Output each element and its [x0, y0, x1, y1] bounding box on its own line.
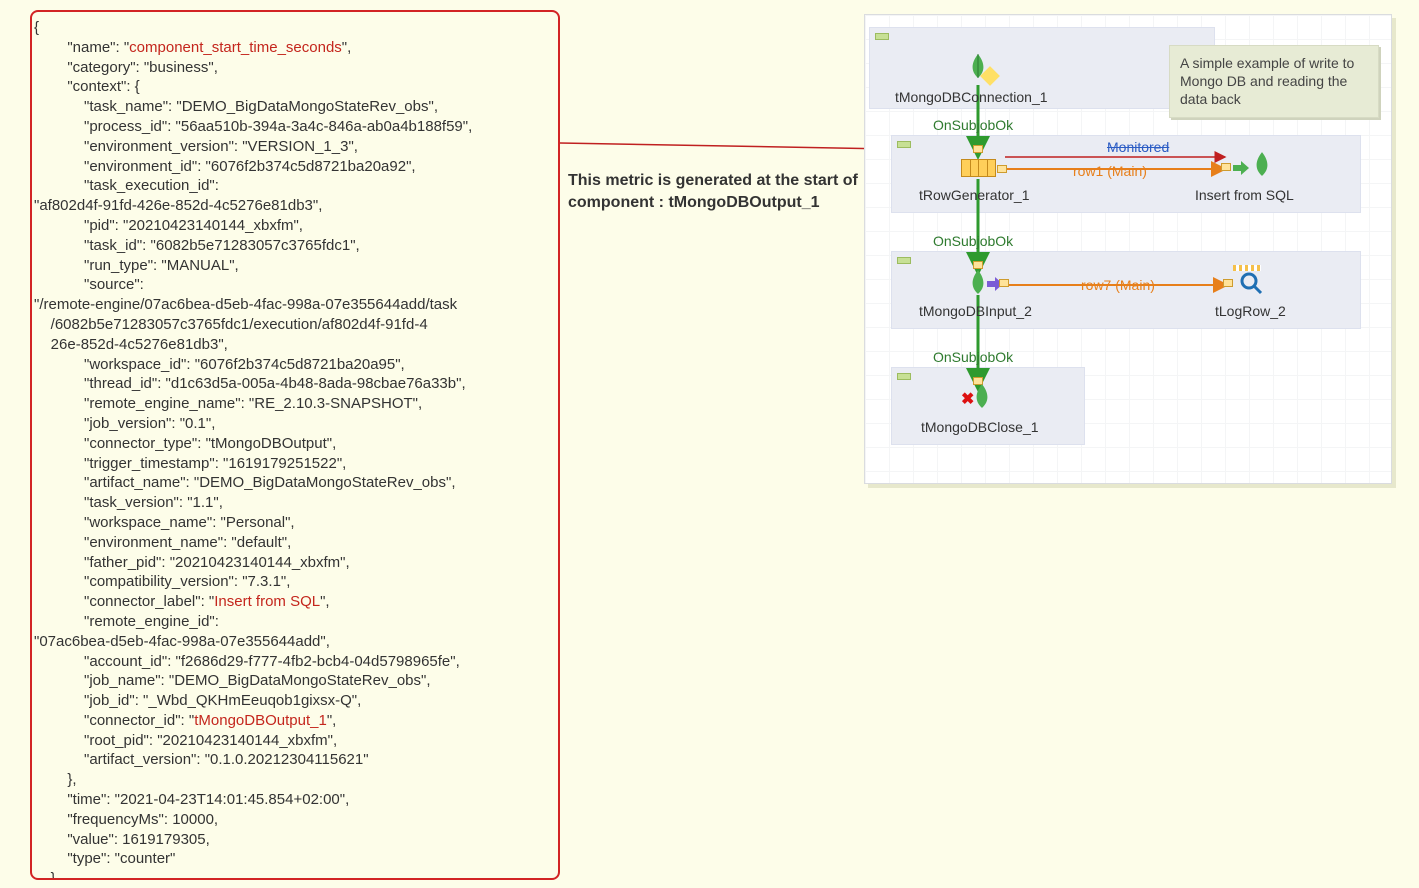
json-line: "pid": "20210423140144_xbxfm", [34, 216, 556, 236]
collapse-icon[interactable] [875, 33, 889, 40]
json-line: "time": "2021-04-23T14:01:45.854+02:00", [34, 790, 556, 810]
trigger-label: OnSubjobOk [933, 117, 1013, 133]
monitored-label: Monitored [1107, 139, 1169, 155]
json-line: "job_name": "DEMO_BigDataMongoStateRev_o… [34, 671, 556, 691]
json-line: "thread_id": "d1c63d5a-005a-4b48-8ada-98… [34, 374, 556, 394]
port-icon [1221, 163, 1231, 171]
json-line: "task_version": "1.1", [34, 493, 556, 513]
trigger-label: OnSubjobOk [933, 349, 1013, 365]
collapse-icon[interactable] [897, 257, 911, 264]
metric-caption: This metric is generated at the start of… [568, 170, 868, 213]
job-diagram: A simple example of write to Mongo DB an… [864, 14, 1392, 484]
json-line: "task_name": "DEMO_BigDataMongoStateRev_… [34, 97, 556, 117]
component-label: tLogRow_2 [1215, 303, 1286, 319]
json-line: "root_pid": "20210423140144_xbxfm", [34, 731, 556, 751]
json-line: "job_version": "0.1", [34, 414, 556, 434]
json-line: "account_id": "f2686d29-f777-4fb2-bcb4-0… [34, 652, 556, 672]
ruler-icon [1233, 265, 1261, 271]
collapse-icon[interactable] [897, 373, 911, 380]
json-line: "name": "component_start_time_seconds", [34, 38, 556, 58]
port-icon [973, 145, 983, 153]
json-line: "artifact_name": "DEMO_BigDataMongoState… [34, 473, 556, 493]
arrow-right-icon [1233, 161, 1249, 175]
json-line: "father_pid": "20210423140144_xbxfm", [34, 553, 556, 573]
json-metric-panel: { "name": "component_start_time_seconds"… [30, 10, 560, 880]
component-label: tMongoDBConnection_1 [895, 89, 1048, 105]
port-icon [973, 261, 983, 269]
json-line: /6082b5e71283057c3765fdc1/execution/af80… [34, 315, 556, 335]
json-line: "run_type": "MANUAL", [34, 256, 556, 276]
json-line: "task_id": "6082b5e71283057c3765fdc1", [34, 236, 556, 256]
trigger-label: OnSubjobOk [933, 233, 1013, 249]
component-label: tMongoDBInput_2 [919, 303, 1032, 319]
json-line: "category": "business", [34, 58, 556, 78]
mongodb-leaf-icon[interactable] [1249, 151, 1275, 177]
json-line: "trigger_timestamp": "1619179251522", [34, 454, 556, 474]
port-icon [997, 165, 1007, 173]
mongodb-leaf-icon[interactable] [969, 383, 995, 409]
flow-label: row7 (Main) [1081, 277, 1155, 293]
component-label: tMongoDBClose_1 [921, 419, 1039, 435]
json-line: 26e-852d-4c5276e81db3", [34, 335, 556, 355]
json-line: "environment_name": "default", [34, 533, 556, 553]
json-line: "remote_engine_id": [34, 612, 556, 632]
json-line: "remote_engine_name": "RE_2.10.3-SNAPSHO… [34, 394, 556, 414]
json-line: "connector_label": "Insert from SQL", [34, 592, 556, 612]
port-icon [1223, 279, 1233, 287]
json-line: "process_id": "56aa510b-394a-3a4c-846a-a… [34, 117, 556, 137]
json-line: } [34, 869, 556, 880]
json-line: "07ac6bea-d5eb-4fac-998a-07e355644add", [34, 632, 556, 652]
json-line: "af802d4f-91fd-426e-852d-4c5276e81db3", [34, 196, 556, 216]
json-line: "connector_type": "tMongoDBOutput", [34, 434, 556, 454]
json-line: "environment_id": "6076f2b374c5d8721ba20… [34, 157, 556, 177]
port-icon [999, 279, 1009, 287]
json-line: "frequencyMs": 10000, [34, 810, 556, 830]
json-line: "workspace_id": "6076f2b374c5d8721ba20a9… [34, 355, 556, 375]
collapse-icon[interactable] [897, 141, 911, 148]
json-line: "/remote-engine/07ac6bea-d5eb-4fac-998a-… [34, 295, 556, 315]
json-line: "connector_id": "tMongoDBOutput_1", [34, 711, 556, 731]
flow-label: row1 (Main) [1073, 163, 1147, 179]
json-line: "task_execution_id": [34, 176, 556, 196]
component-label: tRowGenerator_1 [919, 187, 1030, 203]
component-label: Insert from SQL [1195, 187, 1294, 203]
magnifier-icon[interactable] [1239, 271, 1263, 295]
json-line: "value": 1619179305, [34, 830, 556, 850]
json-line: "environment_version": "VERSION_1_3", [34, 137, 556, 157]
json-line: "artifact_version": "0.1.0.2021230411562… [34, 750, 556, 770]
json-line: "context": { [34, 77, 556, 97]
json-line: "type": "counter" [34, 849, 556, 869]
rowgenerator-icon[interactable] [961, 159, 995, 177]
json-line: { [34, 18, 556, 38]
sticky-note: A simple example of write to Mongo DB an… [1169, 45, 1379, 118]
json-line: "job_id": "_Wbd_QKHmEeuqob1gixsx-Q", [34, 691, 556, 711]
json-line: "compatibility_version": "7.3.1", [34, 572, 556, 592]
json-line: }, [34, 770, 556, 790]
json-line: "workspace_name": "Personal", [34, 513, 556, 533]
json-line: "source": [34, 275, 556, 295]
